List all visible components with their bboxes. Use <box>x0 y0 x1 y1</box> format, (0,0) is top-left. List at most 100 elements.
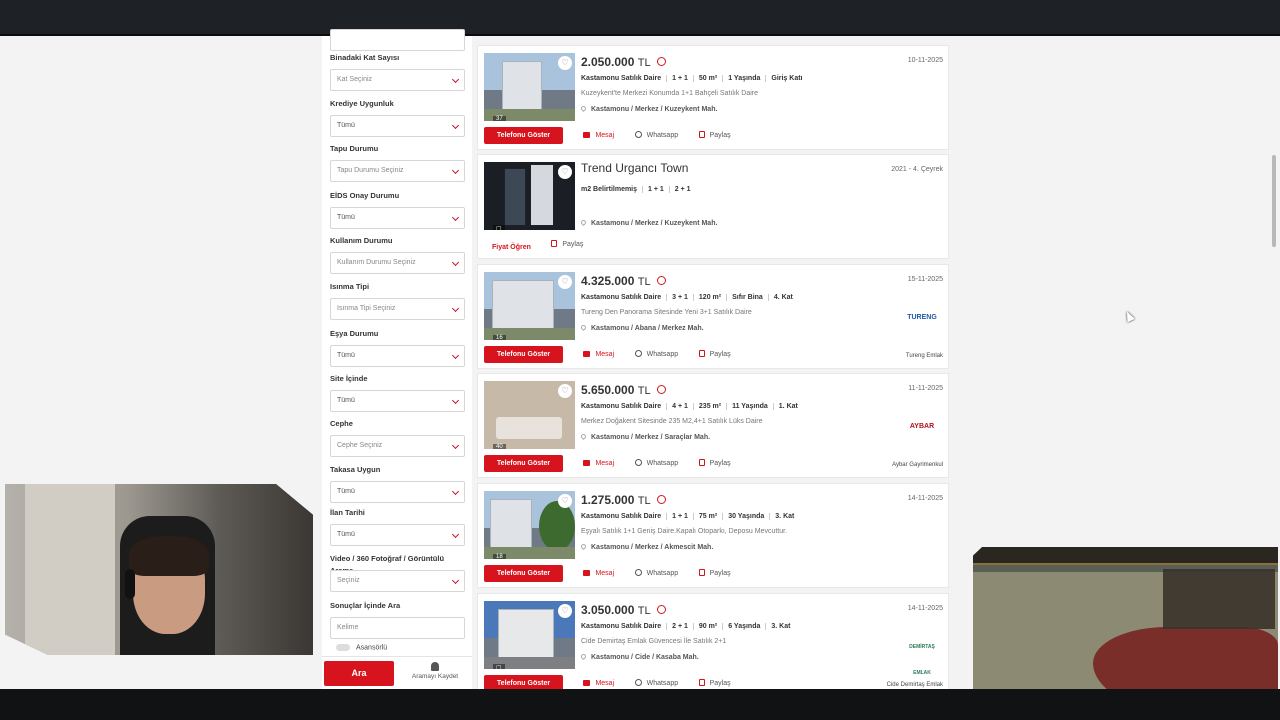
camera-icon: 40 <box>493 444 506 449</box>
share-icon <box>551 240 558 247</box>
whatsapp-button[interactable]: Whatsapp <box>634 127 678 144</box>
filter-select[interactable]: Tapu Durumu Seçiniz <box>330 160 465 182</box>
listing-price: 2.050.000 TL <box>581 55 666 69</box>
chevron-down-icon <box>451 166 460 175</box>
show-phone-button[interactable]: Telefonu Göster <box>484 565 563 582</box>
listing-description[interactable]: Cide Demirtaş Emlak Güvencesi İle Satılı… <box>581 638 726 645</box>
save-search-button[interactable]: Aramayı Kaydet <box>404 661 466 686</box>
elevator-toggle[interactable]: Asansörlü <box>336 644 387 651</box>
filter-select[interactable]: Kat Seçiniz <box>330 69 465 91</box>
listing-card[interactable]: 37 ♡ 2.050.000 TL 10-11-2025 Kastamonu S… <box>477 45 949 150</box>
history-icon <box>656 57 666 66</box>
whatsapp-icon <box>634 459 642 466</box>
filter-select[interactable]: Tümü <box>330 115 465 137</box>
agency-name[interactable]: Aybar Gayrimenkul <box>892 462 943 468</box>
listing-card[interactable]: 16 ♡ 4.325.000 TL 15-11-2025 Kastamonu S… <box>477 264 949 369</box>
heart-icon[interactable]: ♡ <box>558 56 572 70</box>
agency-logo[interactable]: DEMİRTAŞ EMLAK <box>904 634 940 676</box>
agency-name[interactable]: Tureng Emlak <box>906 353 943 359</box>
whatsapp-button[interactable]: Whatsapp <box>634 346 678 363</box>
share-icon <box>698 350 705 357</box>
search-within-input[interactable]: Kelime <box>330 617 465 639</box>
spec-item: Kastamonu Satılık Daire <box>581 623 662 630</box>
share-button[interactable]: Paylaş <box>551 236 583 253</box>
show-phone-button[interactable]: Telefonu Göster <box>484 346 563 363</box>
history-icon <box>656 495 666 504</box>
message-button[interactable]: Mesaj <box>583 127 614 144</box>
show-phone-button[interactable]: Telefonu Göster <box>484 455 563 472</box>
location-text: Kastamonu / Merkez / Kuzeykent Mah. <box>591 106 718 113</box>
page-scrollbar[interactable] <box>1272 155 1276 247</box>
location-pin-icon <box>579 218 588 227</box>
heart-icon[interactable]: ♡ <box>558 165 572 179</box>
price-value: 2.050.000 <box>581 55 635 69</box>
spec-item: Kastamonu Satılık Daire <box>581 294 662 301</box>
filter-select[interactable]: Tümü <box>330 207 465 229</box>
agency-logo[interactable]: AYBAR <box>904 414 940 440</box>
message-button[interactable]: Mesaj <box>583 565 614 582</box>
agency-name[interactable]: Cide Demirtaş Emlak <box>887 682 943 688</box>
show-phone-button[interactable]: Telefonu Göster <box>484 127 563 144</box>
chevron-down-icon <box>451 304 460 313</box>
agency-logo[interactable]: TURENG <box>904 305 940 331</box>
camera-icon: 18 <box>493 554 506 559</box>
heart-icon[interactable]: ♡ <box>558 494 572 508</box>
share-label: Paylaş <box>709 132 731 139</box>
whatsapp-icon <box>634 679 642 686</box>
listing-location: Kastamonu / Merkez / Kuzeykent Mah. <box>579 218 717 227</box>
message-label: Mesaj <box>595 460 615 467</box>
spec-item: 3. Kat <box>765 623 795 630</box>
filter-select[interactable]: Tümü <box>330 481 465 503</box>
listing-description[interactable]: Merkez Doğakent Sitesinde 235 M2,4+1 Sat… <box>581 418 763 425</box>
heart-icon[interactable]: ♡ <box>558 275 572 289</box>
filter-select[interactable]: Tümü <box>330 390 465 412</box>
share-button[interactable]: Paylaş <box>698 455 731 472</box>
project-card[interactable]: ▢ ♡ Trend Urgancı Town 2021 - 4. Çeyrek … <box>477 154 949 259</box>
ask-price-button[interactable]: Fiyat Öğren <box>492 239 531 256</box>
heart-icon[interactable]: ♡ <box>558 384 572 398</box>
filter-select[interactable]: Cephe Seçiniz <box>330 435 465 457</box>
spec-item: 235 m² <box>692 403 726 410</box>
spec-item: Sıfır Bina <box>726 294 768 301</box>
listing-location: Kastamonu / Merkez / Kuzeykent Mah. <box>579 104 718 113</box>
filter-label: İlan Tarihi <box>330 508 365 517</box>
taskbar <box>0 689 1280 720</box>
message-icon <box>583 570 591 576</box>
spec-item: 90 m² <box>692 623 722 630</box>
project-title[interactable]: Trend Urgancı Town <box>581 161 688 175</box>
spec-item: 2 + 1 <box>668 186 696 193</box>
whatsapp-button[interactable]: Whatsapp <box>634 455 678 472</box>
filter-group: İlan Tarihi Tümü <box>330 507 465 546</box>
price-value: 5.650.000 <box>581 383 635 397</box>
listing-description[interactable]: Tureng Den Panorama Sitesinde Yeni 3+1 S… <box>581 309 752 316</box>
message-button[interactable]: Mesaj <box>583 346 614 363</box>
filter-select[interactable]: Tümü <box>330 524 465 546</box>
whatsapp-icon <box>634 569 642 576</box>
filter-select[interactable]: Tümü <box>330 345 465 367</box>
share-button[interactable]: Paylaş <box>698 565 731 582</box>
listing-description[interactable]: Eşyalı Satılık 1+1 Geniş Daire.Kapalı Ot… <box>581 528 787 535</box>
filter-select[interactable]: Isınma Tipi Seçiniz <box>330 298 465 320</box>
whatsapp-label: Whatsapp <box>646 570 679 577</box>
search-submit-button[interactable]: Ara <box>324 661 394 686</box>
filter-value: Cephe Seçiniz <box>337 442 383 449</box>
listing-card[interactable]: 18 ♡ 1.275.000 TL 14-11-2025 Kastamonu S… <box>477 483 949 588</box>
filter-sidebar: Binadaki Kat Sayısı Kat Seçiniz Krediye … <box>322 29 472 689</box>
share-button[interactable]: Paylaş <box>698 127 731 144</box>
filter-value: Tümü <box>337 531 355 538</box>
share-button[interactable]: Paylaş <box>698 346 731 363</box>
listing-card[interactable]: 40 ♡ 5.650.000 TL 11-11-2025 Kastamonu S… <box>477 373 949 478</box>
price-value: 4.325.000 <box>581 274 635 288</box>
filter-select[interactable]: Seçiniz <box>330 570 465 592</box>
heart-icon[interactable]: ♡ <box>558 604 572 618</box>
whatsapp-button[interactable]: Whatsapp <box>634 565 679 582</box>
toggle-switch[interactable] <box>336 644 350 651</box>
spec-item: 1. Kat <box>772 403 803 410</box>
chevron-down-icon <box>451 258 460 267</box>
filter-select[interactable]: Kullanım Durumu Seçiniz <box>330 252 465 274</box>
share-label: Paylaş <box>562 241 584 248</box>
listing-description[interactable]: Kuzeykent'te Merkezi Konumda 1+1 Bahçeli… <box>581 90 758 97</box>
listing-card[interactable]: ▢ ♡ 3.050.000 TL 14-11-2025 Kastamonu Sa… <box>477 593 949 698</box>
message-button[interactable]: Mesaj <box>583 455 614 472</box>
filter-select-top[interactable] <box>330 29 465 51</box>
